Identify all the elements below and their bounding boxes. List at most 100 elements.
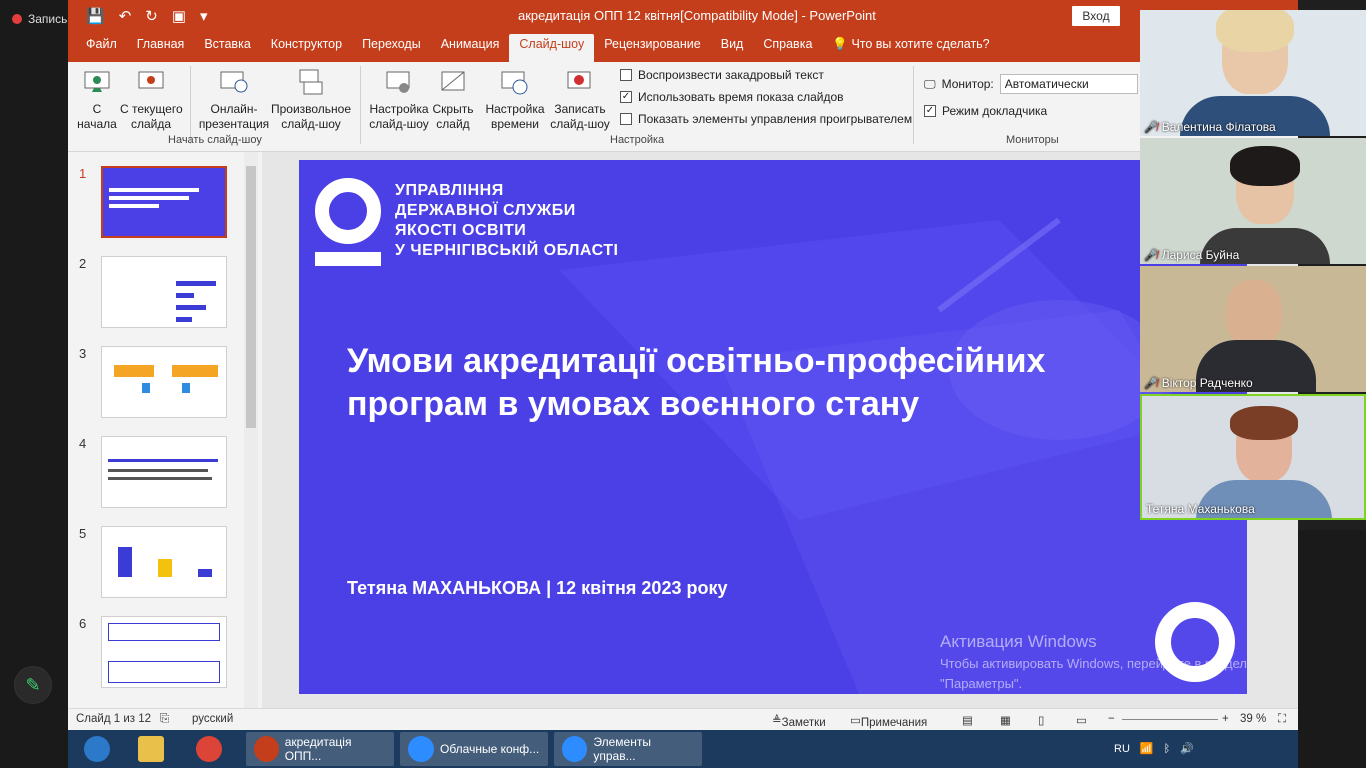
muted-mic-icon: 🎤̸: [1144, 377, 1158, 390]
explorer-taskbar-button[interactable]: [130, 732, 172, 766]
rehearse-timings-button[interactable]: Настройка времени: [482, 68, 548, 132]
customize-toolbar-icon[interactable]: ▾: [200, 7, 208, 25]
group-label-start: Начать слайд-шоу: [168, 134, 262, 146]
slide-sorter-icon[interactable]: ▦: [1000, 713, 1011, 727]
zoom-cloud-taskbar-button[interactable]: Облачные конф...: [400, 732, 548, 766]
chrome-taskbar-button[interactable]: [188, 732, 230, 766]
monitor-row: 🖵 Монитор: Автоматически: [924, 74, 1138, 94]
normal-view-icon[interactable]: ▤: [962, 713, 973, 727]
thumbnail-slide-2[interactable]: [101, 256, 227, 328]
online-presentation-button[interactable]: Онлайн- презентация: [198, 68, 270, 132]
powerpoint-taskbar-button[interactable]: акредитація ОПП...: [246, 732, 394, 766]
tab-review[interactable]: Рецензирование: [594, 34, 711, 62]
thumbnail-slide-1[interactable]: [101, 166, 227, 238]
tab-view[interactable]: Вид: [711, 34, 754, 62]
participant-tile[interactable]: 🎤̸ Віктор Радченко: [1140, 266, 1366, 392]
record-slideshow-button[interactable]: Записать слайд-шоу: [546, 68, 614, 132]
undo-icon[interactable]: ↶: [119, 7, 132, 25]
thumbnail-scrollbar[interactable]: [244, 152, 258, 708]
monitor-dropdown[interactable]: Автоматически: [999, 74, 1138, 94]
thumbnail-slide-5[interactable]: [101, 526, 227, 598]
language-indicator[interactable]: русский: [192, 713, 233, 725]
volume-icon[interactable]: 🔊: [1180, 742, 1194, 755]
zoom-controls-taskbar-button[interactable]: Элементы управ...: [554, 732, 702, 766]
zoom-right-strip: [1298, 530, 1366, 768]
taskbar-label: акредитація ОПП...: [284, 735, 352, 763]
signin-button[interactable]: Вход: [1072, 6, 1120, 26]
slide-thumbnails-pane: 1 2 3 4 5 6: [68, 152, 262, 708]
tab-help[interactable]: Справка: [753, 34, 822, 62]
org-name-line-2: ДЕРЖАВНОЇ СЛУЖБИ: [395, 202, 576, 219]
zoom-in-icon[interactable]: +: [1222, 713, 1229, 725]
from-start-button[interactable]: С начала: [76, 68, 118, 132]
narration-checkbox[interactable]: Воспроизвести закадровый текст: [620, 68, 824, 82]
current-slide[interactable]: УПРАВЛІННЯ ДЕРЖАВНОЇ СЛУЖБИ ЯКОСТІ ОСВІТ…: [299, 160, 1247, 694]
fit-to-window-icon[interactable]: ⛶: [1278, 713, 1286, 726]
zoom-out-icon[interactable]: −: [1108, 713, 1115, 725]
start-button[interactable]: [76, 732, 118, 766]
from-current-label: С текущего слайда: [120, 102, 183, 131]
tab-animations[interactable]: Анимация: [431, 34, 510, 62]
slideshow-start-icon[interactable]: ▣: [172, 7, 186, 25]
zoom-level[interactable]: 39 %: [1240, 713, 1266, 725]
thumb-number: 3: [79, 346, 87, 361]
bluetooth-icon[interactable]: ᛒ: [1164, 743, 1171, 755]
tab-slideshow[interactable]: Слайд-шоу: [509, 34, 595, 62]
org-name-line-4: У ЧЕРНІГІВСЬКІЙ ОБЛАСТІ: [395, 242, 619, 259]
tab-home[interactable]: Главная: [127, 34, 195, 62]
record-slideshow-icon: [565, 68, 595, 98]
annotate-button[interactable]: ✎: [14, 666, 52, 704]
thumb-number: 4: [79, 436, 87, 451]
comments-button[interactable]: ▭ Примечания: [850, 713, 927, 729]
zoom-icon: [562, 736, 588, 762]
recording-indicator[interactable]: Запись: [12, 12, 67, 26]
setup-slideshow-label: Настройка слайд-шоу: [369, 102, 429, 131]
record-slideshow-label: Записать слайд-шоу: [550, 102, 610, 131]
participant-name-row: 🎤̸ Лариса Буйна: [1144, 248, 1239, 262]
tell-me-search[interactable]: 💡 Что вы хотите сделать?: [822, 34, 999, 62]
redo-icon[interactable]: ↻: [145, 7, 158, 25]
participant-tile-active-speaker[interactable]: Тетяна Маханькова: [1140, 394, 1366, 520]
hide-slide-icon: [438, 68, 468, 98]
input-language[interactable]: RU: [1114, 743, 1130, 755]
participant-tile[interactable]: 🎤̸ Валентина Філатова: [1140, 10, 1366, 136]
thumbnail-slide-6[interactable]: [101, 616, 227, 688]
notes-button[interactable]: ≜ Заметки: [772, 713, 826, 729]
participant-name: Тетяна Маханькова: [1146, 502, 1255, 516]
custom-slideshow-button[interactable]: Произвольное слайд-шоу: [270, 68, 352, 132]
muted-mic-icon: 🎤̸: [1144, 121, 1158, 134]
slide-counter[interactable]: Слайд 1 из 12: [76, 713, 151, 725]
slideshow-from-start-icon: [82, 68, 112, 98]
participant-hair: [1230, 146, 1300, 186]
hide-slide-button[interactable]: Скрыть слайд: [430, 68, 476, 132]
presenter-view-checkbox[interactable]: ✓ Режим докладчика: [924, 104, 1047, 118]
zoom-left-strip: Запись ✎: [0, 0, 68, 768]
slideshow-view-icon[interactable]: ▭: [1076, 713, 1087, 727]
folder-icon: [138, 736, 164, 762]
from-current-button[interactable]: С текущего слайда: [120, 68, 183, 132]
group-label-setup: Настройка: [610, 134, 665, 146]
setup-slideshow-button[interactable]: Настройка слайд-шоу: [368, 68, 430, 132]
use-timings-checkbox[interactable]: ✓ Использовать время показа слайдов: [620, 90, 844, 104]
network-icon[interactable]: 📶: [1140, 742, 1154, 755]
participant-name: Віктор Радченко: [1161, 376, 1253, 390]
media-controls-checkbox[interactable]: Показать элементы управления проигрывате…: [620, 112, 912, 126]
tab-transitions[interactable]: Переходы: [352, 34, 431, 62]
monitor-icon: 🖵: [924, 76, 936, 91]
scrollbar-thumb[interactable]: [246, 166, 256, 428]
zoom-slider[interactable]: [1122, 719, 1218, 720]
slide-title: Умови акредитації освітньо-професійних п…: [347, 342, 1046, 423]
checkbox-checked-icon: ✓: [620, 91, 632, 103]
reading-view-icon[interactable]: ▯: [1038, 713, 1044, 727]
save-icon[interactable]: 💾: [86, 7, 105, 25]
participant-tile[interactable]: 🎤̸ Лариса Буйна: [1140, 138, 1366, 264]
spellcheck-icon[interactable]: ⎘: [160, 713, 169, 726]
tab-insert[interactable]: Вставка: [194, 34, 260, 62]
tab-design[interactable]: Конструктор: [261, 34, 352, 62]
tab-file[interactable]: Файл: [76, 34, 127, 62]
thumbnail-slide-4[interactable]: [101, 436, 227, 508]
ribbon-tabs: Файл Главная Вставка Конструктор Переход…: [68, 32, 1298, 62]
thumbnail-slide-3[interactable]: [101, 346, 227, 418]
rehearse-timings-icon: [500, 68, 530, 98]
setup-slideshow-icon: [384, 68, 414, 98]
